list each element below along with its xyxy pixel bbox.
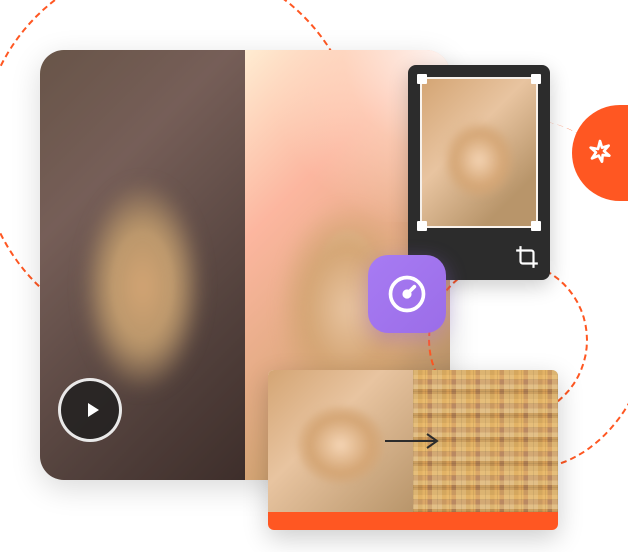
arrow-right-icon bbox=[383, 431, 443, 451]
gauge-icon bbox=[385, 272, 429, 316]
crop-handle-top-right[interactable] bbox=[531, 74, 541, 84]
play-icon bbox=[80, 398, 104, 422]
crop-icon[interactable] bbox=[514, 244, 540, 270]
crop-handle-bottom-right[interactable] bbox=[531, 221, 541, 231]
comparison-accent-bar bbox=[268, 512, 558, 530]
crop-selection-frame[interactable] bbox=[420, 77, 538, 228]
crop-handle-top-left[interactable] bbox=[417, 74, 427, 84]
crop-handle-bottom-left[interactable] bbox=[417, 221, 427, 231]
speed-gauge-badge[interactable] bbox=[368, 255, 446, 333]
resolution-comparison-card bbox=[268, 370, 558, 530]
phone-crop-preview bbox=[408, 65, 550, 280]
sparkle-wand-icon bbox=[584, 137, 616, 169]
play-button[interactable] bbox=[58, 378, 122, 442]
